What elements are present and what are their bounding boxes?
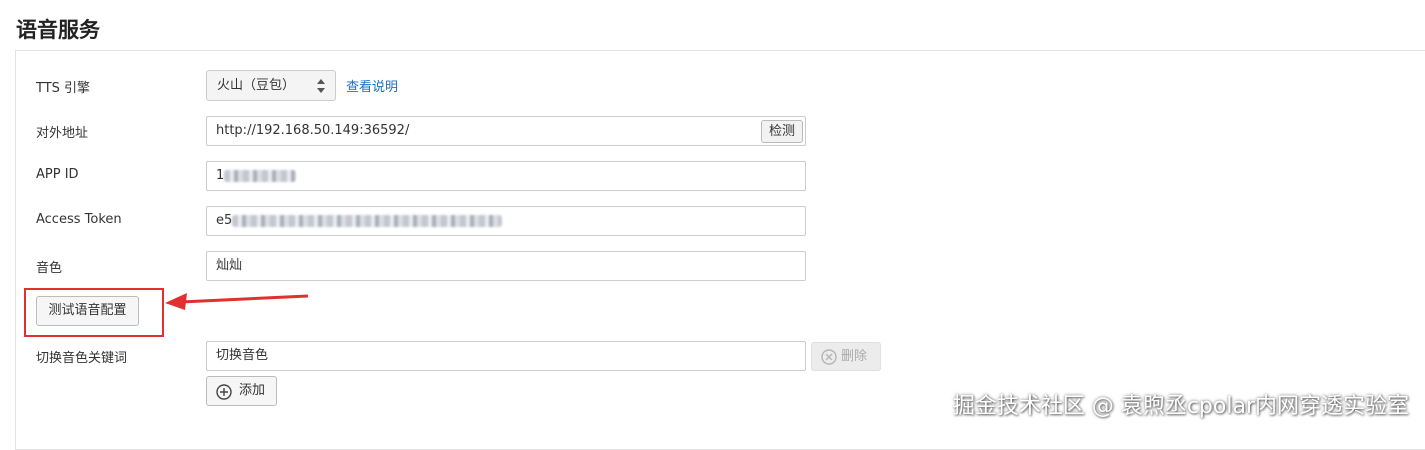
voice-input[interactable]: 灿灿 <box>206 251 806 281</box>
tts-engine-label: TTS 引擎 <box>36 81 91 96</box>
switch-voice-keyword-input[interactable]: 切换音色 <box>206 341 806 371</box>
app-id-input[interactable]: 1 <box>206 161 806 191</box>
app-id-label: APP ID <box>36 167 79 182</box>
switch-voice-keyword-label: 切换音色关键词 <box>36 351 128 366</box>
detect-button[interactable]: 检测 <box>761 120 803 143</box>
remove-circle-icon <box>821 349 837 365</box>
voice-label: 音色 <box>36 261 63 276</box>
section-title: 语音服务 <box>16 18 100 42</box>
switch-voice-keyword-value: 切换音色 <box>216 348 269 363</box>
highlight-box <box>24 288 164 337</box>
access-token-label: Access Token <box>36 212 122 227</box>
watermark: 掘金技术社区 @ 袁煦丞cpolar内网穿透实验室 <box>952 394 1409 419</box>
voice-value: 灿灿 <box>216 258 243 273</box>
select-arrows-icon <box>317 79 325 93</box>
delete-label: 删除 <box>841 349 868 364</box>
access-token-value: e5 <box>216 213 233 228</box>
view-instructions-link[interactable]: 查看说明 <box>346 76 398 95</box>
external-address-value: http://192.168.50.149:36592/ <box>216 123 410 138</box>
tts-engine-select[interactable]: 火山（豆包） <box>206 70 336 101</box>
app-id-value: 1 <box>216 168 225 183</box>
red-arrow-annotation <box>165 293 309 310</box>
add-label: 添加 <box>239 383 266 398</box>
tts-engine-value: 火山（豆包） <box>217 78 296 93</box>
delete-keyword-button[interactable]: 删除 <box>811 342 881 371</box>
external-address-label: 对外地址 <box>36 126 89 141</box>
redacted-blur <box>232 214 503 227</box>
redacted-blur <box>224 169 297 182</box>
external-address-input[interactable]: http://192.168.50.149:36592/ <box>206 116 806 146</box>
add-circle-icon <box>216 384 232 400</box>
add-keyword-button[interactable]: 添加 <box>206 376 277 406</box>
access-token-input[interactable]: e5 <box>206 206 806 236</box>
